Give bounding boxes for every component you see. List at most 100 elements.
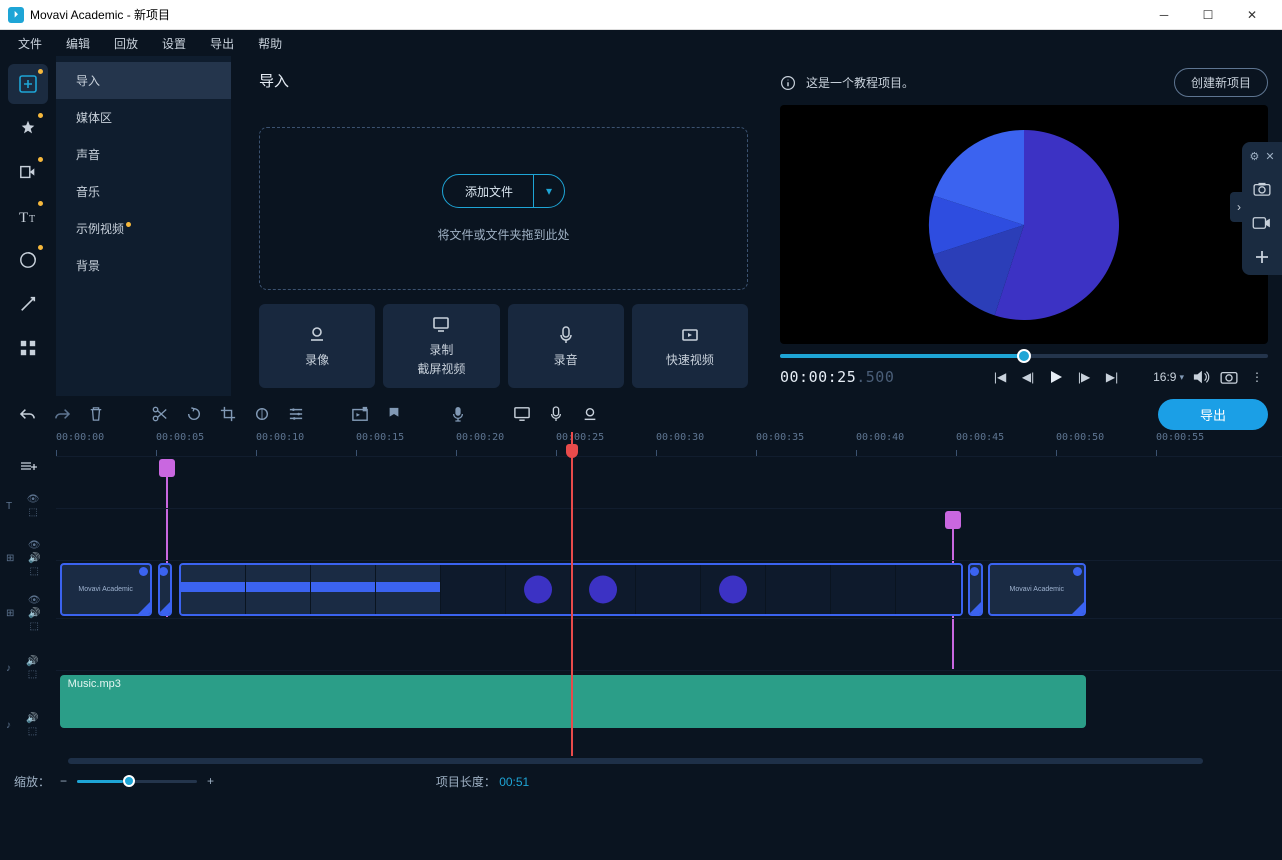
import-panel: 导入 添加文件 ▾ 将文件或文件夹拖到此处 录像录制截屏视频录音快速视频 [231, 56, 768, 396]
tracks-area[interactable]: 00:00:0000:00:0500:00:1000:00:1500:00:20… [56, 432, 1282, 756]
undo-button[interactable] [14, 400, 42, 428]
menu-file[interactable]: 文件 [8, 31, 52, 56]
menu-playback[interactable]: 回放 [104, 31, 148, 56]
menu-export[interactable]: 导出 [200, 31, 244, 56]
tool-filters[interactable] [8, 108, 48, 148]
add-file-dropdown[interactable]: ▾ [534, 184, 564, 198]
audio-track-2[interactable]: Music.mp3 [56, 670, 1282, 732]
rec-button-0[interactable]: 录像 [259, 304, 375, 388]
rec-button-3[interactable]: 快速视频 [632, 304, 748, 388]
new-project-button[interactable]: 创建新项目 [1174, 68, 1268, 97]
gear-icon[interactable]: ⚙ [1249, 150, 1259, 163]
subpanel-item-背景[interactable]: 背景 [56, 247, 231, 284]
zoom-label: 缩放： [14, 773, 50, 790]
crop-button[interactable] [214, 400, 242, 428]
chevron-left-icon[interactable]: › [1230, 192, 1248, 222]
menu-help[interactable]: 帮助 [248, 31, 292, 56]
split-button[interactable] [146, 400, 174, 428]
tool-callouts[interactable] [8, 284, 48, 324]
record-video-icon[interactable] [1250, 213, 1274, 233]
preview-screen[interactable] [780, 105, 1268, 344]
marker-button[interactable] [380, 400, 408, 428]
preview-side-tools: ⚙✕ › [1242, 142, 1282, 275]
minimize-button[interactable]: ─ [1142, 1, 1186, 29]
add-track-button[interactable] [13, 456, 43, 476]
frame-back-icon[interactable]: ◀| [1017, 366, 1039, 388]
preview-seek-slider[interactable] [780, 354, 1268, 358]
import-subpanel: 导入媒体区声音音乐示例视频背景 [56, 56, 231, 396]
subpanel-item-声音[interactable]: 声音 [56, 136, 231, 173]
transition-wizard-button[interactable] [346, 400, 374, 428]
frame-fwd-icon[interactable]: |▶ [1073, 366, 1095, 388]
app-logo-icon: ⏵ [8, 7, 24, 23]
svg-text:T: T [19, 210, 28, 225]
close-button[interactable]: ✕ [1230, 1, 1274, 29]
tool-titles[interactable]: TT [8, 196, 48, 236]
adjust-button[interactable] [282, 400, 310, 428]
rotate-button[interactable] [180, 400, 208, 428]
track-label-audio1[interactable]: ♪🔊⬚ [0, 642, 56, 694]
subpanel-item-导入[interactable]: 导入 [56, 62, 231, 99]
rec-button-1[interactable]: 录制截屏视频 [383, 304, 499, 388]
track-label-video[interactable]: ⊞👁🔊⬚ [0, 584, 56, 642]
rec-button-2[interactable]: 录音 [508, 304, 624, 388]
menu-edit[interactable]: 编辑 [56, 31, 100, 56]
color-button[interactable] [248, 400, 276, 428]
delete-button[interactable] [82, 400, 110, 428]
skip-end-icon[interactable]: ▶| [1101, 366, 1123, 388]
aspect-ratio-select[interactable]: 16:9 ▾ [1153, 366, 1184, 388]
left-toolbar: TT [0, 56, 56, 396]
project-length-value: 00:51 [499, 775, 529, 789]
svg-text:T: T [29, 214, 35, 225]
tool-transitions[interactable] [8, 152, 48, 192]
video-clip[interactable]: Movavi Academic [60, 563, 152, 616]
voiceover-button[interactable] [444, 400, 472, 428]
volume-icon[interactable] [1190, 366, 1212, 388]
subpanel-item-音乐[interactable]: 音乐 [56, 173, 231, 210]
drop-hint: 将文件或文件夹拖到此处 [437, 226, 569, 243]
overlay-track[interactable] [56, 508, 1282, 560]
playhead[interactable] [571, 432, 573, 756]
tool-import[interactable] [8, 64, 48, 104]
video-clip[interactable] [968, 563, 983, 616]
zoom-slider[interactable] [77, 780, 197, 783]
more-icon[interactable]: ⋮ [1246, 366, 1268, 388]
menu-settings[interactable]: 设置 [152, 31, 196, 56]
camera-icon[interactable] [1218, 366, 1240, 388]
video-track[interactable]: Movavi Academic Movavi Academic [56, 560, 1282, 618]
audio-track-1[interactable] [56, 618, 1282, 670]
rec-cam-button[interactable] [576, 400, 604, 428]
tool-stickers[interactable] [8, 240, 48, 280]
video-clip[interactable] [158, 563, 173, 616]
timeline-ruler[interactable]: 00:00:0000:00:0500:00:1000:00:1500:00:20… [56, 432, 1282, 456]
preview-notice: 这是一个教程项目。 [806, 74, 914, 91]
timeline: T👁⬚ ⊞👁🔊⬚ ⊞👁🔊⬚ ♪🔊⬚ ♪🔊⬚ 00:00:0000:00:0500… [0, 432, 1282, 756]
add-icon[interactable] [1250, 247, 1274, 267]
import-heading: 导入 [259, 70, 748, 91]
video-clip[interactable]: Movavi Academic [988, 563, 1086, 616]
export-button[interactable]: 导出 [1158, 399, 1268, 430]
rec-screen-button[interactable] [508, 400, 536, 428]
track-label-overlay[interactable]: ⊞👁🔊⬚ [0, 532, 56, 584]
track-label-audio2[interactable]: ♪🔊⬚ [0, 694, 56, 756]
redo-button[interactable] [48, 400, 76, 428]
add-file-button[interactable]: 添加文件 ▾ [442, 174, 565, 208]
skip-start-icon[interactable]: |◀ [989, 366, 1011, 388]
timeline-scrollbar[interactable] [56, 756, 1226, 766]
tool-more[interactable] [8, 328, 48, 368]
rec-mic-button[interactable] [542, 400, 570, 428]
drop-zone[interactable]: 添加文件 ▾ 将文件或文件夹拖到此处 [259, 127, 748, 290]
subpanel-item-示例视频[interactable]: 示例视频 [56, 210, 231, 247]
close-icon[interactable]: ✕ [1265, 150, 1274, 163]
track-label-title[interactable]: T👁⬚ [0, 480, 56, 532]
play-icon[interactable] [1045, 366, 1067, 388]
zoom-out-button[interactable]: − [60, 774, 67, 788]
zoom-in-button[interactable]: + [207, 774, 214, 788]
maximize-button[interactable]: ☐ [1186, 1, 1230, 29]
subpanel-item-媒体区[interactable]: 媒体区 [56, 99, 231, 136]
timeline-marker[interactable] [945, 511, 961, 529]
snapshot-icon[interactable] [1250, 179, 1274, 199]
title-track[interactable] [56, 456, 1282, 508]
preview-timecode: 00:00:25.500 [780, 368, 894, 386]
timeline-marker[interactable] [159, 459, 175, 477]
